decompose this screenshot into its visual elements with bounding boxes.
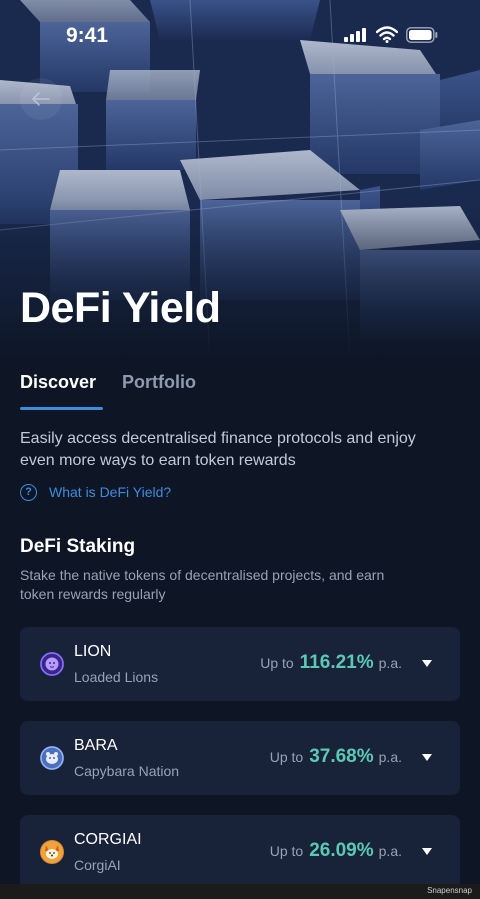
cellular-signal-icon (344, 28, 366, 42)
rate-prefix: Up to (269, 843, 304, 859)
active-tab-indicator (20, 407, 103, 410)
token-name: CorgiAI (74, 857, 121, 873)
token-symbol: LION (74, 643, 112, 660)
status-time: 9:41 (66, 24, 109, 47)
caret-down-icon[interactable] (422, 754, 432, 761)
what-is-defi-yield-link[interactable]: ? What is DeFi Yield? (20, 482, 171, 502)
apy-rate: Up to 37.68% p.a. (270, 746, 402, 768)
token-name: Loaded Lions (74, 669, 159, 685)
rate-suffix: p.a. (378, 843, 402, 859)
intro-text: Easily access decentralised finance prot… (20, 430, 416, 469)
section-description: Stake the native tokens of decentralised… (20, 567, 385, 602)
rate-value: 26.09% (309, 840, 374, 861)
apy-rate: Up to 26.09% p.a. (270, 840, 402, 862)
rate-value: 37.68% (309, 746, 374, 767)
staking-card-corgiai[interactable]: CORGIAI CorgiAI Up to 26.09% p.a. (20, 815, 460, 889)
wifi-icon (376, 26, 398, 43)
back-button[interactable] (20, 78, 62, 120)
section-title: DeFi Staking (20, 536, 136, 557)
rate-suffix: p.a. (378, 655, 402, 671)
battery-icon (406, 27, 438, 43)
caret-down-icon[interactable] (422, 660, 432, 667)
token-symbol: BARA (74, 737, 118, 754)
watermark-bar: Snapensnap (0, 884, 480, 899)
staking-card-lion[interactable]: LION Loaded Lions Up to 116.21% p.a. (20, 627, 460, 701)
rate-prefix: Up to (260, 655, 294, 671)
rate-prefix: Up to (269, 749, 304, 765)
tab-portfolio[interactable]: Portfolio (122, 372, 196, 393)
rate-suffix: p.a. (378, 749, 402, 765)
token-symbol: CORGIAI (74, 831, 142, 848)
question-circle-icon: ? (20, 483, 37, 501)
arrow-left-icon (32, 92, 50, 106)
watermark-text: Snapensnap (427, 886, 472, 895)
status-bar: 9:41 (0, 0, 480, 70)
bara-token-icon (40, 746, 64, 770)
tab-discover[interactable]: Discover (20, 372, 96, 393)
apy-rate: Up to 116.21% p.a. (260, 652, 402, 674)
rate-value: 116.21% (299, 652, 374, 673)
staking-card-bara[interactable]: BARA Capybara Nation Up to 37.68% p.a. (20, 721, 460, 795)
help-link-label: What is DeFi Yield? (49, 484, 172, 500)
token-name: Capybara Nation (74, 763, 180, 779)
caret-down-icon[interactable] (422, 848, 432, 855)
corgiai-token-icon (40, 840, 64, 864)
page-title: DeFi Yield (20, 284, 221, 332)
lion-token-icon (40, 652, 64, 676)
